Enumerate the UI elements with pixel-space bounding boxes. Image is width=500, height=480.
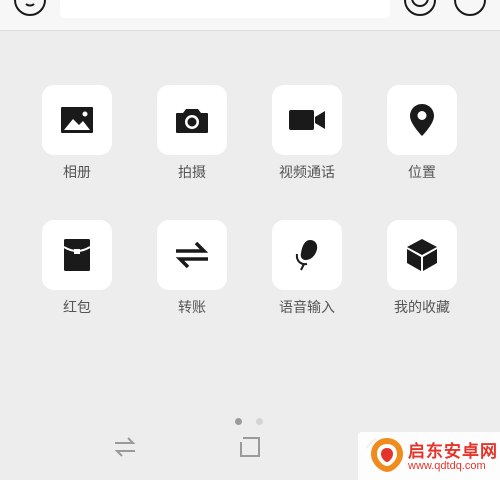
switch-arrows-icon[interactable]	[113, 437, 137, 457]
emoji-icon	[411, 0, 429, 7]
tile-label: 位置	[408, 164, 436, 180]
watermark-logo-icon	[371, 438, 403, 472]
tile-video-call-icon-box[interactable]	[272, 85, 342, 155]
tile-camera[interactable]: 拍摄	[147, 85, 237, 180]
red-packet-icon	[63, 239, 91, 271]
tile-label: 相册	[63, 164, 91, 180]
site-watermark: 启东安卓网 www.qdtdq.com	[358, 432, 500, 480]
page-dot-active[interactable]	[235, 418, 242, 425]
more-functions-panel: 相册 拍摄 视频通话 位置 红包 转账 语音输入 我的收藏	[0, 31, 500, 431]
tile-album[interactable]: 相册	[32, 85, 122, 180]
voice-toggle-button[interactable]	[14, 0, 46, 16]
chat-more-panel-screen: 相册 拍摄 视频通话 位置 红包 转账 语音输入 我的收藏 启东安卓网 www.…	[0, 0, 500, 480]
tile-voice-input-icon-box[interactable]	[272, 220, 342, 290]
location-pin-icon	[410, 104, 434, 136]
tile-label: 我的收藏	[394, 299, 450, 315]
tile-camera-icon-box[interactable]	[157, 85, 227, 155]
tile-location-icon-box[interactable]	[387, 85, 457, 155]
transfer-icon	[175, 241, 209, 269]
cube-icon	[407, 239, 437, 271]
tile-label: 转账	[178, 299, 206, 315]
tile-album-icon-box[interactable]	[42, 85, 112, 155]
tile-favorites[interactable]: 我的收藏	[377, 220, 467, 315]
tile-label: 红包	[63, 299, 91, 315]
video-camera-icon	[289, 110, 325, 130]
watermark-title: 启东安卓网	[408, 442, 498, 461]
image-icon	[61, 107, 93, 133]
more-plus-button[interactable]	[454, 0, 486, 16]
tile-label: 视频通话	[279, 164, 335, 180]
tile-red-packet[interactable]: 红包	[32, 220, 122, 315]
watermark-url: www.qdtdq.com	[408, 460, 486, 472]
tile-label: 语音输入	[279, 299, 335, 315]
tile-favorites-icon-box[interactable]	[387, 220, 457, 290]
voice-icon	[25, 3, 35, 7]
tile-voice-input[interactable]: 语音输入	[262, 220, 352, 315]
camera-icon	[176, 109, 208, 133]
tile-transfer-icon-box[interactable]	[157, 220, 227, 290]
emoji-button[interactable]	[404, 0, 436, 16]
plus-icon	[456, 0, 484, 14]
tile-video-call[interactable]: 视频通话	[262, 85, 352, 180]
tile-label: 拍摄	[178, 164, 206, 180]
page-dot-inactive[interactable]	[256, 418, 263, 425]
tile-red-packet-icon-box[interactable]	[42, 220, 112, 290]
message-input[interactable]	[60, 0, 390, 18]
chat-input-bar	[0, 0, 500, 31]
square-icon[interactable]	[239, 436, 261, 458]
tile-location[interactable]: 位置	[377, 85, 467, 180]
tile-transfer[interactable]: 转账	[147, 220, 237, 315]
microphone-icon	[295, 240, 318, 271]
